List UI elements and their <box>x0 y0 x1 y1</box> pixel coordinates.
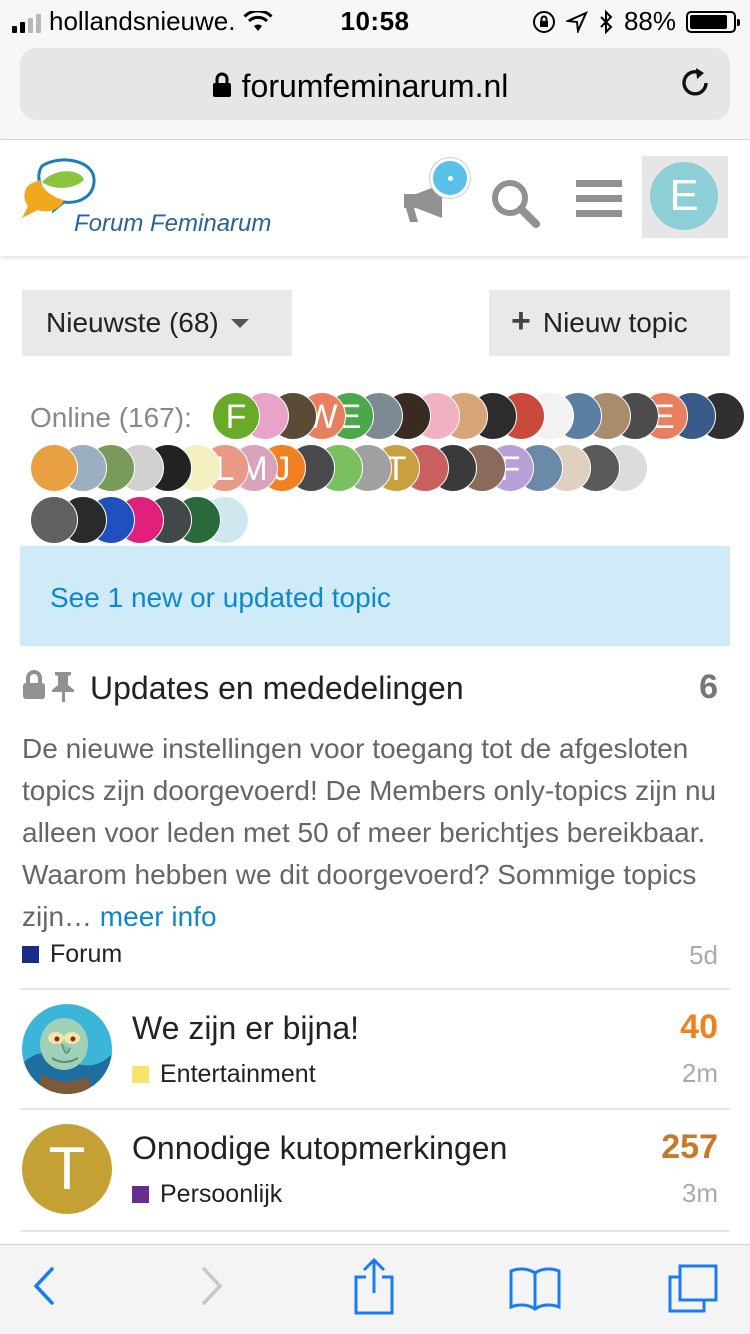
site-logo[interactable]: Forum Feminarum <box>20 158 290 238</box>
category-color-swatch <box>132 1066 149 1083</box>
battery-icon <box>686 10 740 33</box>
bookmarks-icon[interactable] <box>508 1265 562 1311</box>
topic-avatar[interactable] <box>22 1004 112 1094</box>
topic-title[interactable]: Onnodige kutopmerkingen <box>132 1130 507 1167</box>
new-topics-text: See 1 new or updated topic <box>50 582 391 613</box>
search-icon[interactable] <box>490 178 540 228</box>
share-icon[interactable] <box>352 1257 396 1317</box>
location-icon <box>565 10 588 33</box>
tabs-icon[interactable] <box>666 1263 720 1315</box>
topic-avatar[interactable]: T <box>22 1124 112 1214</box>
browser-chrome: forumfeminarum.nl <box>0 40 750 140</box>
latest-label: Nieuwste (68) <box>46 307 219 338</box>
category-badge[interactable]: Entertainment <box>132 1060 316 1089</box>
topic-title[interactable]: We zijn er bijna! <box>132 1010 359 1047</box>
more-info-link[interactable]: meer info <box>100 901 217 932</box>
topic-item[interactable]: Updates en mededelingen 6 De nieuwe inst… <box>20 648 730 990</box>
new-topic-button[interactable]: + Nieuw topic <box>489 290 730 356</box>
hamburger-menu-icon[interactable] <box>576 180 622 218</box>
topic-age: 3m <box>681 1178 718 1208</box>
reload-icon[interactable] <box>678 66 712 100</box>
category-badge[interactable]: Forum <box>22 940 122 969</box>
category-name: Entertainment <box>160 1060 316 1088</box>
reply-count[interactable]: 257 <box>661 1128 718 1167</box>
address-bar[interactable]: forumfeminarum.nl <box>20 48 730 120</box>
topic-title[interactable]: Updates en mededelingen <box>90 670 464 707</box>
pin-icon <box>52 672 74 702</box>
online-users: Online (167): FWEELMJTF <box>20 392 750 544</box>
squidward-avatar-icon <box>22 1004 112 1094</box>
category-name: Persoonlijk <box>160 1180 283 1208</box>
orientation-lock-icon <box>532 10 555 33</box>
forward-icon[interactable] <box>196 1261 226 1311</box>
battery-percent: 88% <box>623 6 676 36</box>
online-user-avatar[interactable]: F <box>212 392 260 440</box>
browser-toolbar <box>0 1244 750 1334</box>
url-domain: forumfeminarum.nl <box>241 68 509 104</box>
user-menu-button[interactable]: E <box>642 156 728 238</box>
category-name: Forum <box>50 940 123 968</box>
status-bar: hollandsnieuwe. 10:58 88% <box>0 0 750 40</box>
reply-count[interactable]: 6 <box>699 668 718 707</box>
plus-icon: + <box>511 301 531 340</box>
lock-icon <box>23 670 45 699</box>
category-color-swatch <box>22 946 39 963</box>
category-badge[interactable]: Persoonlijk <box>132 1180 282 1209</box>
topic-item[interactable]: T Onnodige kutopmerkingen 257 Persoonlij… <box>20 1110 730 1232</box>
online-user-avatar[interactable] <box>30 496 78 544</box>
user-avatar: E <box>650 162 718 230</box>
site-header: Forum Feminarum E <box>0 140 750 256</box>
topic-item[interactable]: We zijn er bijna! 40 Entertainment 2m <box>20 990 730 1110</box>
notification-badge[interactable] <box>430 158 470 198</box>
back-icon[interactable] <box>30 1261 60 1311</box>
topic-excerpt: De nieuwe instellingen voor toegang tot … <box>22 728 722 938</box>
caret-down-icon <box>230 318 249 328</box>
category-color-swatch <box>132 1186 149 1203</box>
topic-age: 5d <box>689 940 718 970</box>
new-topics-banner[interactable]: See 1 new or updated topic <box>20 546 730 646</box>
bluetooth-icon <box>600 9 613 34</box>
online-user-avatar[interactable] <box>30 444 78 492</box>
new-topic-label: Nieuw topic <box>542 307 688 338</box>
logo-text: Forum Feminarum <box>74 210 272 237</box>
latest-dropdown-button[interactable]: Nieuwste (68) <box>22 290 292 356</box>
reply-count[interactable]: 40 <box>680 1008 718 1047</box>
topic-age: 2m <box>681 1058 718 1088</box>
online-label: Online (167): <box>30 402 192 433</box>
